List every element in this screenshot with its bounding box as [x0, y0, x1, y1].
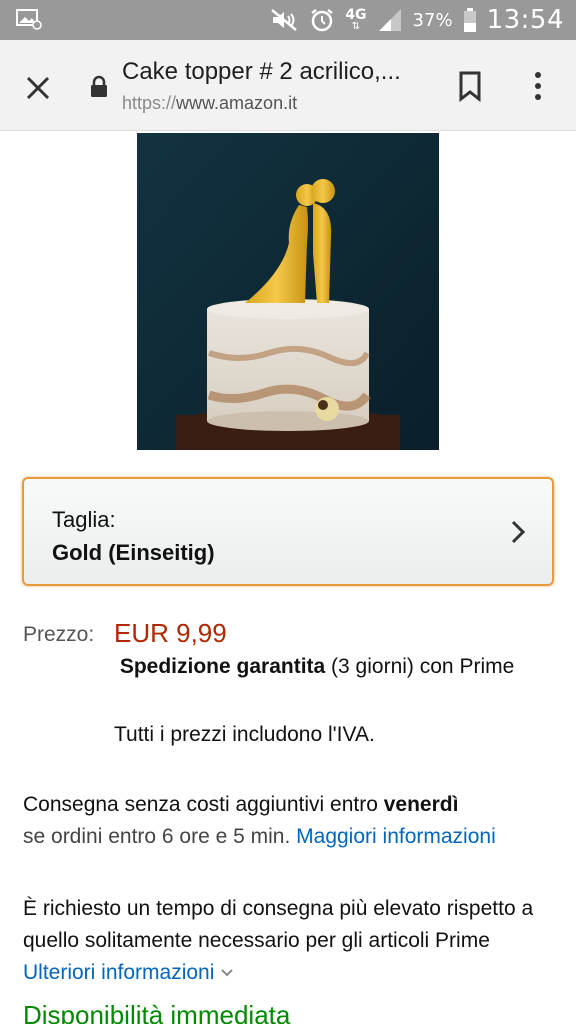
- delivery-time-note: È richiesto un tempo di consegna più ele…: [23, 893, 543, 989]
- more-options-icon[interactable]: [528, 70, 548, 102]
- product-image[interactable]: [137, 133, 439, 450]
- clock: 13:54: [486, 5, 564, 35]
- vat-note: Tutti i prezzi includono l'IVA.: [114, 723, 375, 746]
- delivery-info: Consegna senza costi aggiuntivi entro ve…: [23, 789, 543, 853]
- shipping-bold: Spedizione garantita: [119, 655, 326, 678]
- signal-icon: [378, 9, 401, 31]
- further-info-link[interactable]: Ulteriori informazioni: [23, 961, 214, 984]
- close-icon[interactable]: [22, 72, 54, 104]
- battery-percent: 37%: [412, 9, 453, 31]
- availability-status: Disponibilità immediata: [23, 1000, 291, 1024]
- size-value: Gold (Einseitig): [52, 540, 215, 565]
- note-text: È richiesto un tempo di consegna più ele…: [23, 897, 534, 952]
- bookmark-icon[interactable]: [456, 70, 484, 102]
- size-selector[interactable]: Taglia: Gold (Einseitig): [22, 477, 554, 586]
- cake-topper-photo: [137, 133, 439, 450]
- lock-icon: [91, 75, 107, 97]
- network-type: 4G: [345, 7, 367, 23]
- size-label: Taglia:: [52, 507, 116, 532]
- shipping-rest: (3 giorni) con Prime: [325, 655, 515, 678]
- page-title[interactable]: Cake topper # 2 acrilico,...: [122, 58, 401, 86]
- shipping-info: Spedizione garantita (3 giorni) con Prim…: [114, 651, 534, 683]
- browser-toolbar: Cake topper # 2 acrilico,... https://www…: [0, 40, 576, 131]
- battery-icon: [463, 8, 476, 32]
- chevron-down-icon[interactable]: [220, 968, 234, 978]
- mute-icon: [271, 9, 298, 31]
- more-info-link[interactable]: Maggiori informazioni: [296, 825, 496, 848]
- data-arrows-icon: ⇅: [351, 21, 361, 32]
- alarm-icon: [311, 9, 334, 32]
- network-indicator: 4G ⇅: [345, 8, 366, 32]
- delivery-day: venerdì: [383, 793, 459, 816]
- chevron-right-icon: [511, 520, 526, 544]
- delivery-text: Consegna senza costi aggiuntivi entro: [23, 793, 384, 816]
- price-label: Prezzo:: [23, 623, 95, 646]
- delivery-cutoff: se ordini entro 6 ore e 5 min.: [23, 825, 297, 848]
- url-host: www.amazon.it: [176, 93, 298, 113]
- gallery-notification-icon: [16, 9, 42, 30]
- status-bar: 4G ⇅ 37% 13:54: [0, 0, 576, 40]
- price-value: EUR 9,99: [114, 618, 227, 648]
- url-scheme: https://: [122, 93, 177, 113]
- url-bar[interactable]: https://www.amazon.it: [122, 93, 297, 114]
